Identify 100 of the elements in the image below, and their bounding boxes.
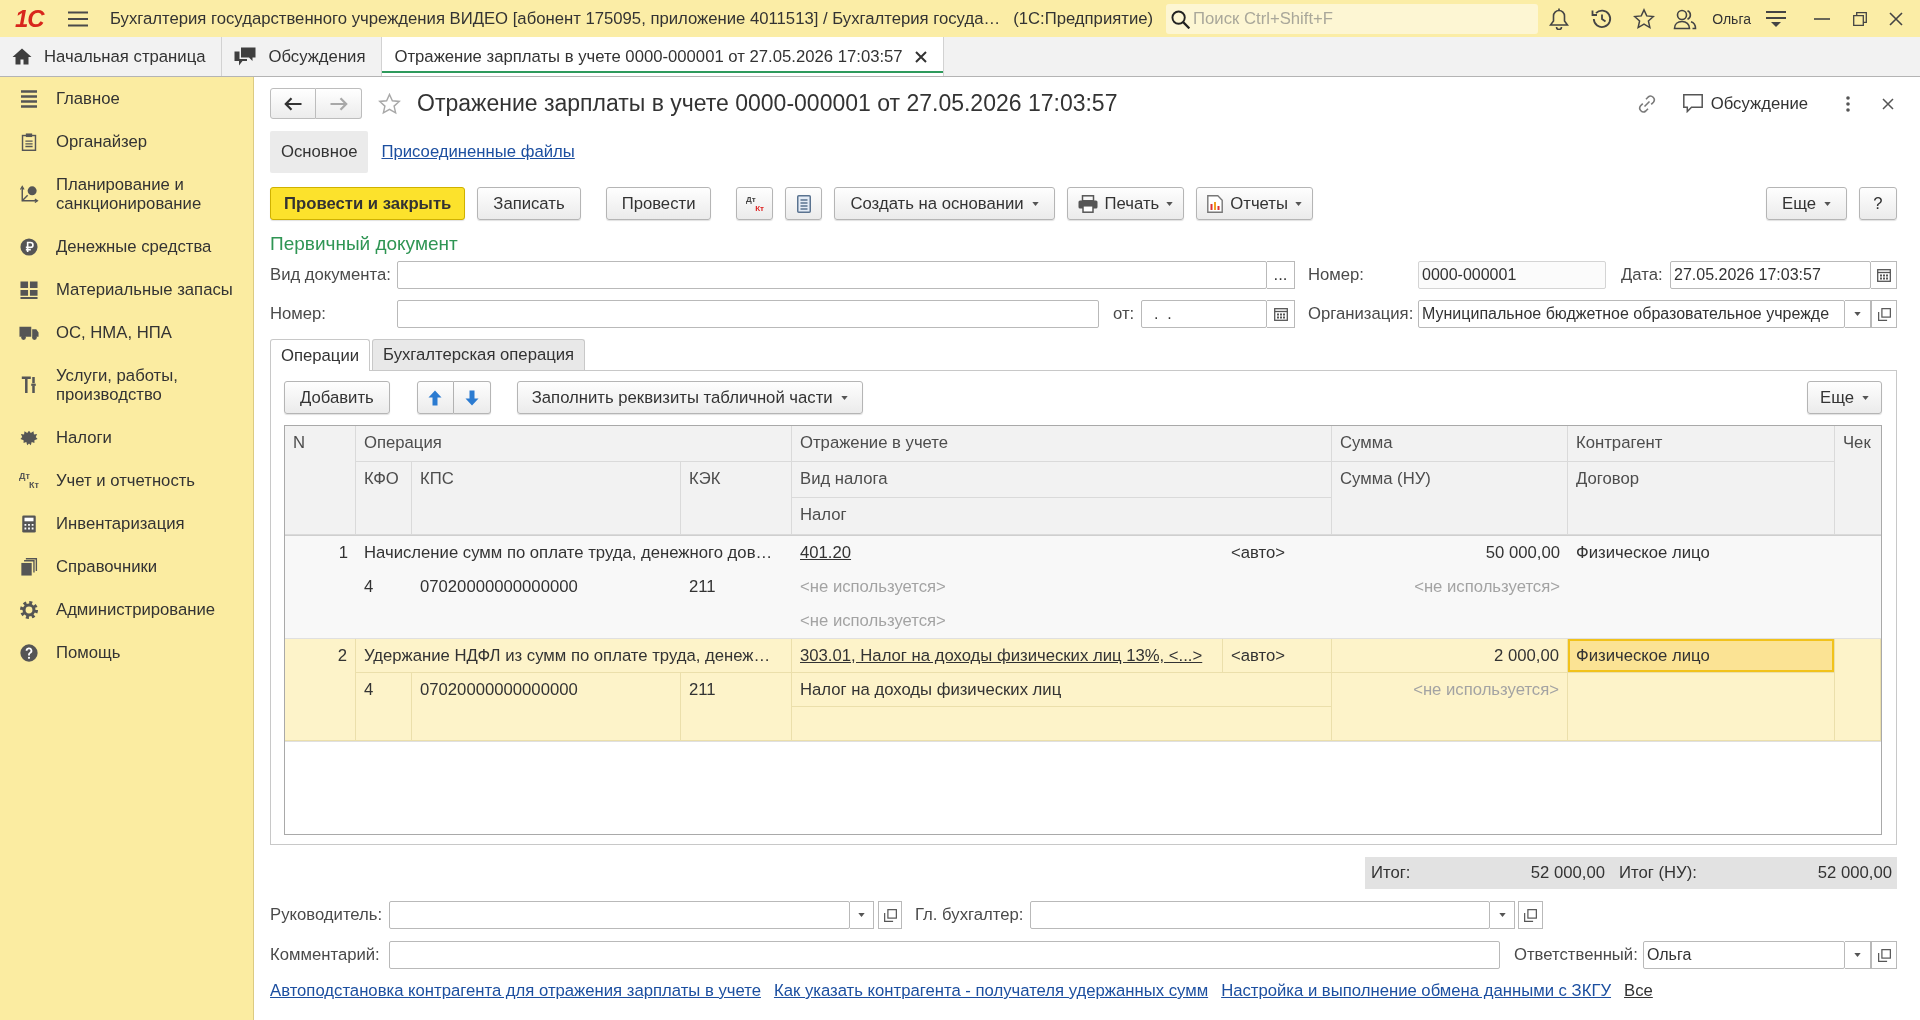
caret-icon	[858, 913, 865, 917]
sidebar-item[interactable]: Администрирование	[0, 588, 253, 631]
column-header[interactable]: Налог	[792, 498, 1332, 535]
column-header[interactable]: Чек	[1835, 426, 1881, 535]
column-header[interactable]: N	[285, 426, 356, 535]
back-button[interactable]	[270, 88, 316, 119]
sidebar-item[interactable]: Помощь	[0, 631, 253, 674]
help-link[interactable]: Все	[1624, 981, 1653, 1001]
tab[interactable]: Бухгалтерская операция	[372, 339, 586, 370]
close-icon[interactable]	[1889, 11, 1903, 26]
open-button[interactable]	[878, 901, 902, 929]
toolbar-button[interactable]: Провести	[605, 187, 712, 220]
column-header[interactable]: КФО	[356, 462, 412, 535]
date-field[interactable]: 27.05.2026 17:03:57	[1670, 261, 1871, 289]
discussion-button[interactable]: Обсуждение	[1678, 89, 1812, 118]
chief-accountant-field[interactable]	[1030, 901, 1490, 929]
more-button[interactable]: Еще	[1766, 187, 1847, 220]
table-cell[interactable]: Физическое лицо	[1568, 639, 1835, 673]
dropdown-menu-icon[interactable]	[1765, 9, 1787, 28]
column-header[interactable]: Контрагент	[1568, 426, 1835, 462]
form-tab[interactable]: Присоединенные файлы	[381, 142, 575, 162]
open-tab[interactable]: Отражение зарплаты в учете 0000-000001 от 27.05.2026 17:03:57	[382, 37, 944, 76]
account-link[interactable]: 401.20	[800, 543, 852, 562]
arrow-down-icon	[464, 389, 479, 406]
sidebar-item[interactable]: Планирование и санкционирование	[0, 163, 253, 225]
source-number-field[interactable]	[397, 300, 1099, 328]
more-button[interactable]: Еще	[1807, 381, 1882, 414]
responsible-field[interactable]: Ольга	[1643, 941, 1845, 969]
account-link[interactable]: 303.01, Налог на доходы физических лиц 13%, <...>	[800, 646, 1203, 665]
add-button[interactable]: Добавить	[284, 381, 390, 414]
column-header[interactable]: Сумма (НУ)	[1332, 462, 1568, 535]
select-button[interactable]: ...	[1267, 261, 1295, 289]
help-button[interactable]: ?	[1859, 187, 1897, 220]
fill-button[interactable]: Заполнить реквизиты табличной части	[516, 381, 863, 414]
history-icon[interactable]	[1591, 7, 1614, 30]
print-button[interactable]: Печать	[1066, 187, 1185, 220]
sidebar-item[interactable]: Услуги, работы, производство	[0, 354, 253, 416]
open-button[interactable]	[1871, 300, 1897, 328]
sidebar-item[interactable]: Денежные средства	[0, 225, 253, 268]
reports-button[interactable]: Отчеты	[1196, 187, 1313, 220]
star-icon[interactable]	[1633, 7, 1656, 30]
calendar-button[interactable]	[1871, 261, 1897, 289]
debit-credit-button[interactable]: Дт Кт	[736, 187, 774, 220]
restore-icon[interactable]	[1853, 11, 1867, 26]
bell-icon[interactable]	[1549, 7, 1570, 30]
total-label: Итог (НУ):	[1619, 863, 1697, 883]
column-header[interactable]: Сумма	[1332, 426, 1568, 462]
help-link[interactable]: Автоподстановка контрагента для отражения зарплаты в учете	[270, 981, 761, 1001]
users-icon[interactable]	[1673, 7, 1698, 30]
source-date-field[interactable]: . .	[1141, 300, 1267, 328]
sidebar-item[interactable]: Налоги	[0, 416, 253, 459]
search-field[interactable]: Поиск Ctrl+Shift+F	[1166, 3, 1539, 34]
sidebar-item[interactable]: Инвентаризация	[0, 502, 253, 545]
open-button[interactable]	[1871, 941, 1897, 969]
primary-button[interactable]: Провести и закрыть	[270, 187, 466, 220]
table-cell-text: <авто>	[1230, 542, 1286, 564]
link-icon[interactable]	[1636, 93, 1657, 114]
head-field[interactable]	[389, 901, 850, 929]
column-header[interactable]: Вид налога	[792, 462, 1332, 498]
help-link[interactable]: Настройка и выполнение обмена данными с ЗКГУ	[1221, 981, 1612, 1001]
organization-field[interactable]: Муниципальное бюджетное образовательное учрежде	[1418, 300, 1845, 328]
caret-icon	[1166, 201, 1174, 206]
field-label: Ответственный:	[1514, 945, 1639, 965]
form-tab[interactable]: Основное	[270, 131, 369, 173]
table-row[interactable]: 1 Начисление сумм по оплате труда, денежного дов… 4 07020000000000000 211 401.20 <авто> <не используется> <не используется> 50 000,00 <не используется> Физическое лицо	[285, 536, 1881, 639]
column-header[interactable]: Операция	[356, 426, 792, 462]
open-button[interactable]	[1518, 901, 1543, 929]
list-button[interactable]	[785, 187, 823, 220]
table-row[interactable]	[285, 639, 1881, 742]
table-cell[interactable]: Физическое лицо	[1568, 536, 1835, 570]
toolbar-button[interactable]: Записать	[477, 187, 581, 220]
minimize-icon[interactable]	[1814, 17, 1830, 20]
list-icon	[19, 89, 39, 108]
column-header[interactable]: КЭК	[681, 462, 792, 535]
move-down-button[interactable]	[453, 381, 491, 414]
column-header[interactable]: Отражение в учете	[792, 426, 1332, 462]
column-header[interactable]: КПС	[412, 462, 681, 535]
calendar-button[interactable]	[1267, 300, 1295, 328]
sidebar-item[interactable]: ОС, НМА, НПА	[0, 311, 253, 354]
tab[interactable]: Операции	[270, 339, 371, 371]
open-tab[interactable]: Начальная страница	[0, 37, 223, 76]
number-field[interactable]: 0000-000001	[1418, 261, 1606, 289]
sidebar-item[interactable]: Органайзер	[0, 120, 253, 163]
close-icon[interactable]	[1882, 97, 1894, 110]
star-icon[interactable]	[378, 92, 401, 115]
close-icon[interactable]	[914, 50, 927, 63]
more-icon[interactable]	[1846, 95, 1850, 112]
window-title: Бухгалтерия государственного учреждения ВИДЕО [абонент 175095, приложение 4011513] / Бухгалтерия госуда…	[110, 8, 1001, 29]
menu-icon[interactable]	[68, 10, 88, 27]
sidebar-item[interactable]: Материальные запасы	[0, 268, 253, 311]
move-up-button[interactable]	[416, 381, 454, 414]
sidebar-item[interactable]: Дт Кт Учет и отчетность	[0, 459, 253, 502]
document-type-field[interactable]	[397, 261, 1267, 289]
user-name[interactable]: Ольга	[1712, 10, 1751, 27]
sidebar-item[interactable]: Главное	[0, 77, 253, 120]
help-link[interactable]: Как указать контрагента - получателя удержанных сумм	[773, 981, 1209, 1001]
column-header[interactable]: Договор	[1568, 462, 1835, 535]
sidebar-item[interactable]: Справочники	[0, 545, 253, 588]
comment-field[interactable]	[389, 941, 1500, 969]
toolbar-button[interactable]: Создать на основании	[834, 187, 1055, 220]
